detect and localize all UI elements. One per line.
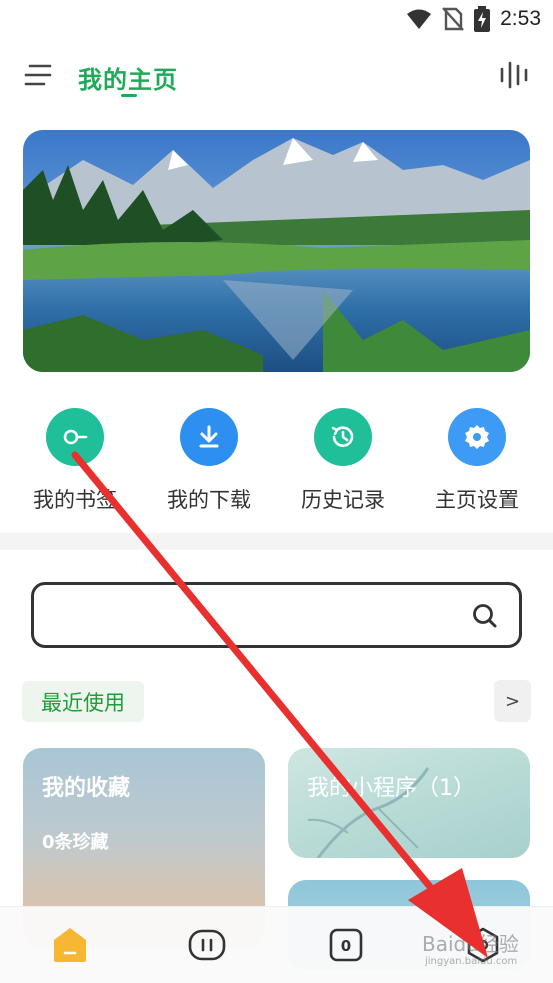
search-input[interactable] [31, 582, 522, 648]
status-time: 2:53 [500, 7, 541, 30]
nav-tabs[interactable]: 0 [326, 925, 366, 965]
quick-label: 我的下载 [167, 488, 251, 512]
nav-home[interactable] [50, 925, 90, 965]
status-bar: 2:53 [0, 0, 553, 38]
tabs-count: 0 [341, 937, 351, 955]
quick-item-bookmarks[interactable]: 我的书签 [15, 408, 135, 514]
favorites-count: 0条珍藏 [42, 832, 109, 853]
favorites-title: 我的收藏 [42, 776, 131, 801]
branch-decoration [307, 767, 430, 858]
quick-item-downloads[interactable]: 我的下载 [149, 408, 269, 514]
menu-icon[interactable] [24, 62, 52, 88]
recent-tag[interactable]: 最近使用 [22, 681, 144, 722]
watermark-url: jingyan.baidu.com [425, 956, 518, 967]
quick-label: 主页设置 [435, 488, 519, 512]
mini-programs-title: 我的小程序（1） [307, 776, 475, 801]
quick-item-settings[interactable]: 主页设置 [417, 408, 537, 514]
voice-icon[interactable] [499, 60, 529, 90]
quick-item-history[interactable]: 历史记录 [283, 408, 403, 514]
history-icon [314, 408, 372, 466]
mini-programs-card[interactable]: 我的小程序（1） [288, 748, 530, 858]
quick-actions: 我的书签 我的下载 历史记录 主页设置 [0, 408, 553, 520]
battery-charging-icon [474, 6, 491, 32]
nav-pause[interactable] [187, 925, 227, 965]
wifi-icon [407, 9, 432, 29]
home-icon [54, 928, 86, 962]
download-icon [180, 408, 238, 466]
header: 我的主页 [0, 50, 553, 102]
page-title: 我的主页 [78, 66, 178, 94]
quick-label: 历史记录 [301, 488, 385, 512]
bookmark-icon [46, 408, 104, 466]
gear-icon [448, 408, 506, 466]
quick-label: 我的书签 [33, 488, 117, 512]
title-underline [121, 94, 137, 97]
no-sim-icon [442, 7, 465, 31]
watermark: Baidu经验 [422, 932, 519, 956]
more-button[interactable]: > [494, 680, 531, 722]
pause-icon [188, 929, 226, 961]
tabs-count-icon: 0 [329, 928, 363, 962]
banner-image[interactable] [23, 130, 530, 372]
section-divider [0, 533, 553, 550]
landscape-image [23, 130, 530, 372]
search-icon[interactable] [471, 602, 499, 630]
